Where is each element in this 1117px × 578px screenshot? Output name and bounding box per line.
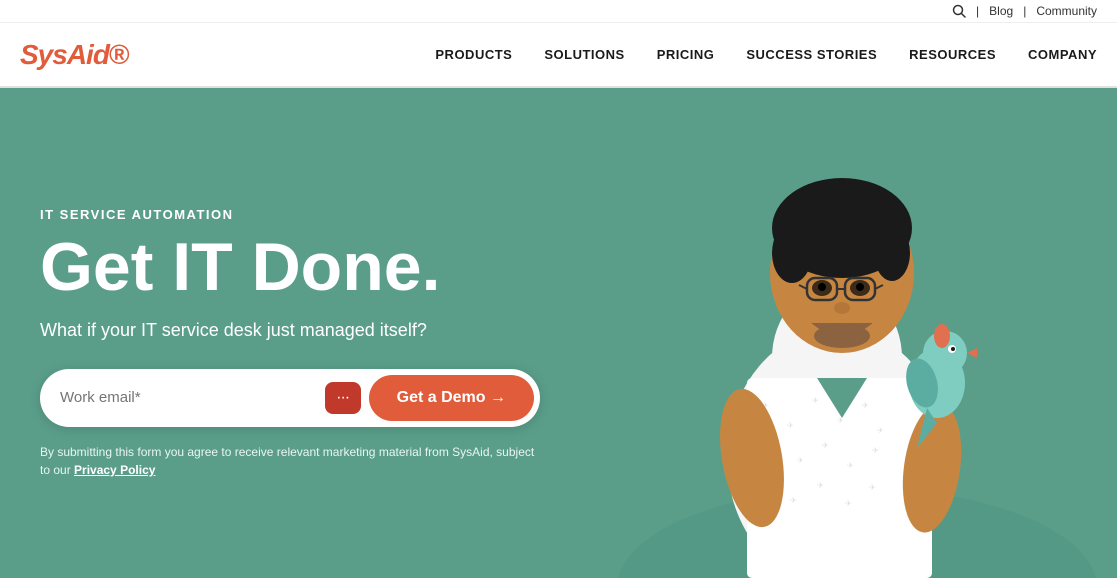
hero-illustration: ✈ ✈ ✈ ✈ ✈ ✈ ✈ ✈ ✈ ✈ ✈ ✈ ✈ ✈ ✈ ✈ <box>617 88 1097 578</box>
nav-item-success[interactable]: SUCCESS STORIES <box>746 46 877 64</box>
logo-dot: ® <box>109 39 129 70</box>
hero-content: IT SERVICE AUTOMATION Get IT Done. What … <box>40 207 540 478</box>
hero-image: ✈ ✈ ✈ ✈ ✈ ✈ ✈ ✈ ✈ ✈ ✈ ✈ ✈ ✈ ✈ ✈ <box>597 88 1117 578</box>
svg-text:✈: ✈ <box>877 426 884 435</box>
svg-text:✈: ✈ <box>797 456 804 465</box>
logo[interactable]: SysAid® <box>20 39 129 71</box>
navbar: SysAid® PRODUCTS SOLUTIONS PRICING SUCCE… <box>0 23 1117 88</box>
nav-link-success[interactable]: SUCCESS STORIES <box>746 47 877 62</box>
svg-text:✈: ✈ <box>817 481 824 490</box>
hero-section: IT SERVICE AUTOMATION Get IT Done. What … <box>0 88 1117 578</box>
nav-link-solutions[interactable]: SOLUTIONS <box>544 47 624 62</box>
chat-icon: ··· <box>325 382 361 414</box>
svg-text:✈: ✈ <box>869 483 876 492</box>
nav-item-company[interactable]: COMPANY <box>1028 46 1097 64</box>
svg-text:✈: ✈ <box>837 416 844 425</box>
nav-link-resources[interactable]: RESOURCES <box>909 47 996 62</box>
nav-link-pricing[interactable]: PRICING <box>657 47 715 62</box>
svg-text:✈: ✈ <box>862 401 869 410</box>
email-input[interactable] <box>60 381 317 414</box>
nav-link-company[interactable]: COMPANY <box>1028 47 1097 62</box>
hero-subtitle: What if your IT service desk just manage… <box>40 320 540 341</box>
privacy-policy-link[interactable]: Privacy Policy <box>74 463 155 477</box>
nav-item-products[interactable]: PRODUCTS <box>435 46 512 64</box>
nav-item-resources[interactable]: RESOURCES <box>909 46 996 64</box>
search-button[interactable] <box>952 4 966 18</box>
hero-title: Get IT Done. <box>40 232 540 303</box>
hero-disclaimer: By submitting this form you agree to rec… <box>40 443 540 479</box>
svg-text:✈: ✈ <box>822 441 829 450</box>
nav-links: PRODUCTS SOLUTIONS PRICING SUCCESS STORI… <box>435 46 1097 64</box>
chat-dots-icon: ··· <box>336 389 349 407</box>
nav-link-products[interactable]: PRODUCTS <box>435 47 512 62</box>
svg-text:✈: ✈ <box>812 396 819 405</box>
svg-text:✈: ✈ <box>790 496 797 505</box>
top-bar-separator: | <box>976 4 979 18</box>
svg-text:✈: ✈ <box>787 421 794 430</box>
logo-text: SysAid <box>20 39 109 70</box>
svg-text:✈: ✈ <box>872 446 879 455</box>
nav-item-pricing[interactable]: PRICING <box>657 46 715 64</box>
top-bar-separator2: | <box>1023 4 1026 18</box>
hero-form: ··· Get a Demo → <box>40 369 540 427</box>
get-demo-button[interactable]: Get a Demo → <box>369 375 534 421</box>
blog-link[interactable]: Blog <box>989 4 1013 18</box>
top-bar: | Blog | Community <box>0 0 1117 23</box>
nav-item-solutions[interactable]: SOLUTIONS <box>544 46 624 64</box>
svg-text:✈: ✈ <box>845 499 852 508</box>
community-link[interactable]: Community <box>1036 4 1097 18</box>
hero-eyebrow: IT SERVICE AUTOMATION <box>40 207 540 222</box>
svg-text:✈: ✈ <box>847 461 854 470</box>
